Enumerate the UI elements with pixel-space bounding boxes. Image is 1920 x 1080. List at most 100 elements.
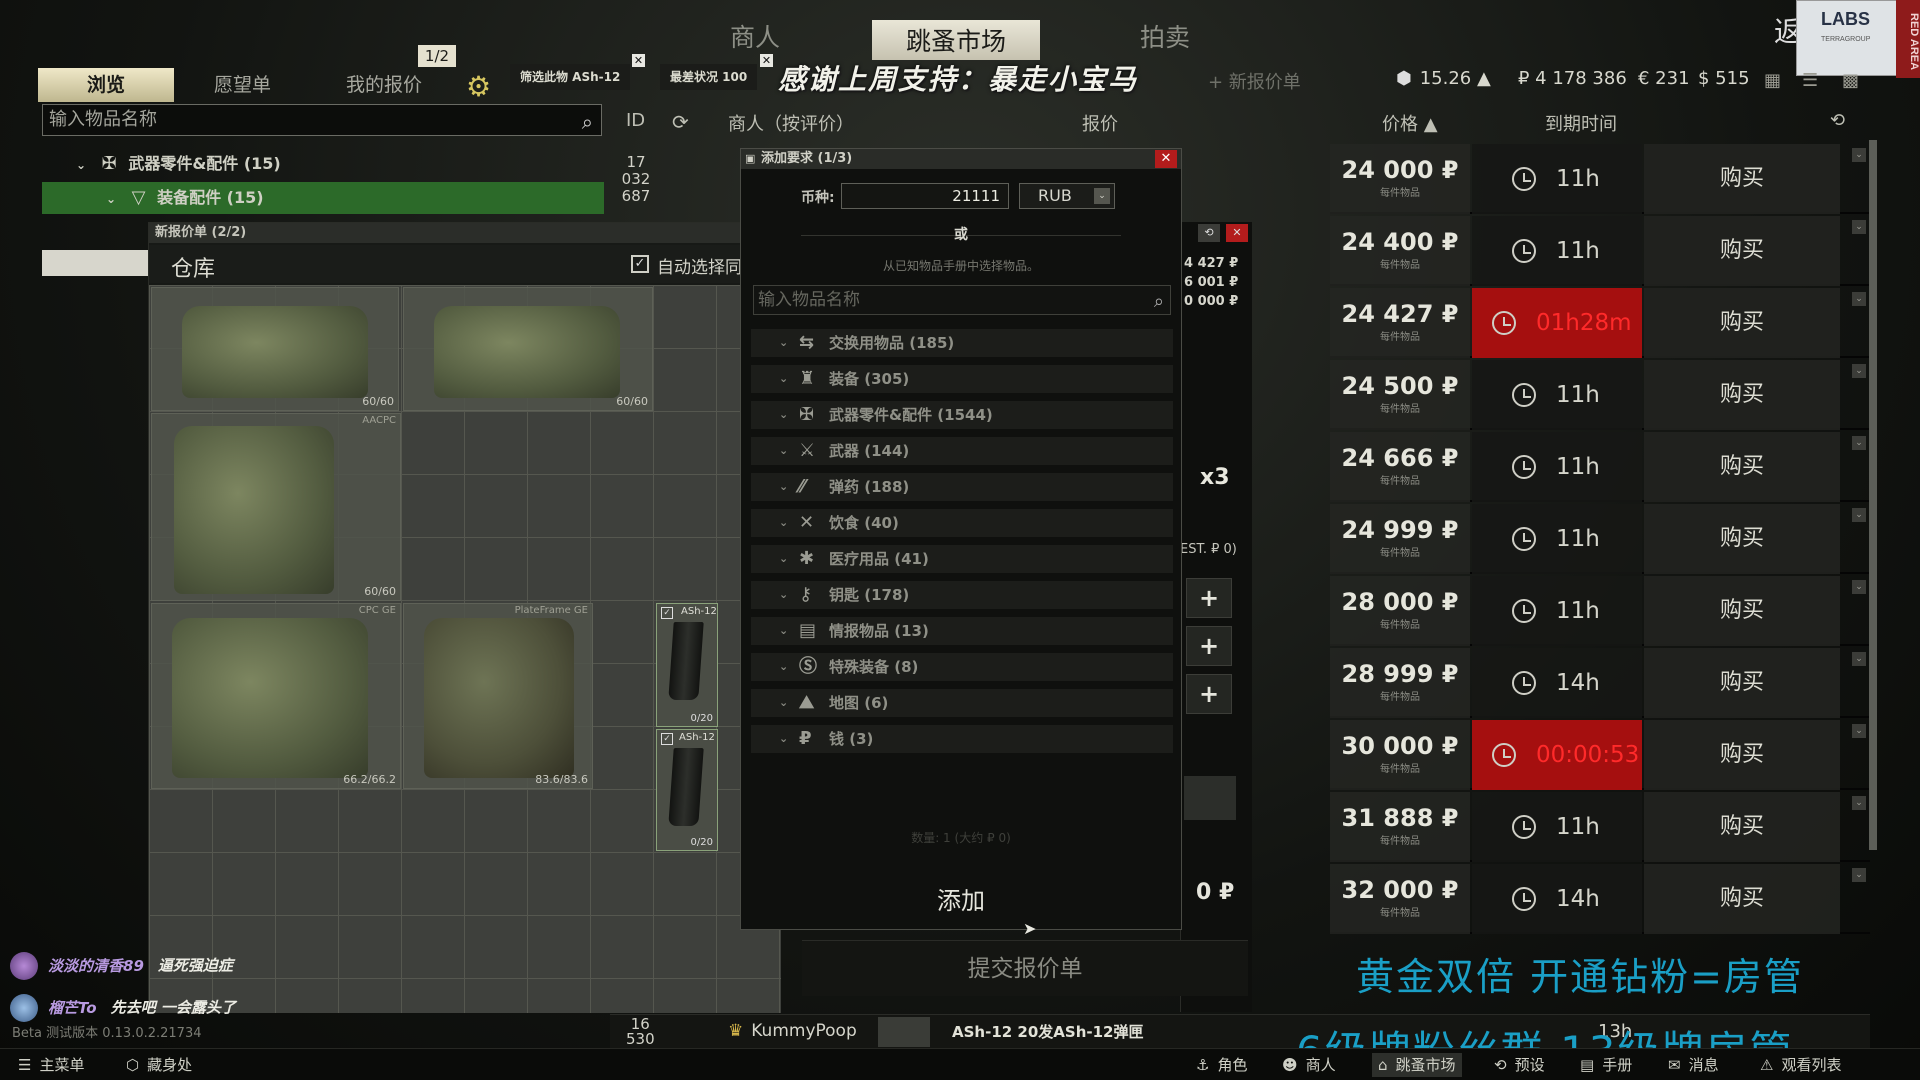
col-header-merchant[interactable]: 商人（按评价）: [728, 110, 854, 136]
gear-icon[interactable]: ⚙: [466, 70, 491, 103]
buy-button[interactable]: 购买: [1644, 432, 1840, 502]
refresh-icon[interactable]: ⟳: [672, 110, 689, 134]
table-row[interactable]: 24 999 ₽ 每件物品 11h 购买 ⌄: [1330, 504, 1870, 574]
handbook-button[interactable]: ▤ 手册: [1580, 1053, 1632, 1077]
buy-button[interactable]: 购买: [1644, 792, 1840, 862]
table-row[interactable]: 24 400 ₽ 每件物品 11h 购买 ⌄: [1330, 216, 1870, 286]
auto-select-checkbox[interactable]: ✓: [631, 255, 649, 273]
chevron-down-icon[interactable]: ⌄: [1852, 148, 1866, 162]
character-button[interactable]: ⚓ 角色: [1196, 1053, 1247, 1077]
table-row[interactable]: 32 000 ₽ 每件物品 14h 购买 ⌄: [1330, 864, 1870, 934]
chevron-down-icon[interactable]: ⌄: [1852, 292, 1866, 306]
reset-icon[interactable]: ⟲: [1198, 224, 1220, 242]
armor-vest-item[interactable]: 60/60: [151, 287, 399, 411]
table-row[interactable]: 24 666 ₽ 每件物品 11h 购买 ⌄: [1330, 432, 1870, 502]
armor-vest-item[interactable]: 60/60: [403, 287, 653, 411]
chevron-down-icon[interactable]: ⌄: [1852, 364, 1866, 378]
col-header-id[interactable]: ID: [626, 110, 645, 131]
category-item[interactable]: ⌄ ✕ 饮食 (40): [751, 509, 1173, 541]
close-icon[interactable]: ✕: [632, 54, 645, 67]
list-view-icon[interactable]: ☰: [1802, 70, 1818, 91]
category-item[interactable]: ⌄ ✠ 武器零件&配件 (1544): [751, 401, 1173, 433]
filter-chip-item[interactable]: 筛选此物 ASh-12: [510, 64, 631, 90]
add-offer-button[interactable]: + 新报价单: [1208, 68, 1301, 94]
category-item[interactable]: ⌄ ⚷ 钥匙 (178): [751, 581, 1173, 613]
buy-button[interactable]: 购买: [1644, 144, 1840, 214]
add-requirement-button[interactable]: +: [1186, 674, 1232, 714]
chevron-down-icon[interactable]: ⌄: [1852, 508, 1866, 522]
tile-view-icon[interactable]: ▩: [1842, 70, 1859, 91]
buy-button[interactable]: 购买: [1644, 288, 1840, 358]
category-item[interactable]: ⌄ ₽ 钱 (3): [751, 725, 1173, 757]
buy-button[interactable]: 购买: [1644, 720, 1840, 790]
filter-chip-condition[interactable]: 最差状况 100: [660, 64, 758, 90]
warehouse-titlebar[interactable]: 新报价单 (2/2): [149, 223, 779, 243]
dialog-titlebar[interactable]: ▣ 添加要求 (1/3): [741, 149, 1181, 169]
table-row[interactable]: 24 000 ₽ 每件物品 11h 购买 ⌄: [1330, 144, 1870, 214]
requirement-search-input[interactable]: 输入物品名称 ⌕: [753, 285, 1171, 315]
grid-view-icon[interactable]: ▦: [1764, 70, 1781, 91]
table-row[interactable]: 24 500 ₽ 每件物品 11h 购买 ⌄: [1330, 360, 1870, 430]
search-icon[interactable]: ⌕: [582, 107, 593, 137]
chevron-down-icon[interactable]: ⌄: [1852, 724, 1866, 738]
warehouse-grid[interactable]: 60/60 60/60 AACPC 60/60 CPC GE 66.2/66.2…: [149, 285, 781, 1013]
buy-button[interactable]: 购买: [1644, 360, 1840, 430]
chevron-down-icon[interactable]: ⌄: [1852, 652, 1866, 666]
messages-button[interactable]: ✉ 消息: [1668, 1053, 1719, 1077]
currency-select[interactable]: RUB ⌄: [1019, 183, 1115, 209]
checkbox-icon[interactable]: ✓: [661, 733, 673, 745]
presets-button[interactable]: ⟲ 预设: [1494, 1053, 1545, 1077]
category-item[interactable]: ⌄ ⚔ 武器 (144): [751, 437, 1173, 469]
armor-vest-item[interactable]: CPC GE 66.2/66.2: [151, 603, 401, 789]
category-item[interactable]: ⌄ ♜ 装备 (305): [751, 365, 1173, 397]
close-icon[interactable]: ✕: [1155, 150, 1177, 168]
subtab-wishlist[interactable]: 愿望单: [214, 68, 271, 102]
table-row[interactable]: 28 000 ₽ 每件物品 11h 购买 ⌄: [1330, 576, 1870, 646]
magazine-item[interactable]: ✓ ASh-12 0/20: [656, 729, 718, 851]
hideout-button[interactable]: ⬡ 藏身处: [126, 1053, 192, 1077]
chevron-down-icon[interactable]: ⌄: [1852, 220, 1866, 234]
table-row[interactable]: 30 000 ₽ 每件物品 00:00:53 购买 ⌄: [1330, 720, 1870, 790]
item-search-input[interactable]: 输入物品名称 ⌕: [42, 104, 602, 136]
category-item[interactable]: ⌄ ▤ 情报物品 (13): [751, 617, 1173, 649]
close-icon[interactable]: ✕: [1226, 224, 1248, 242]
buy-button[interactable]: 购买: [1644, 864, 1840, 934]
chevron-down-icon[interactable]: ⌄: [1852, 580, 1866, 594]
close-icon[interactable]: ✕: [760, 54, 773, 67]
submit-offer-button[interactable]: 提交报价单: [802, 940, 1248, 996]
buy-button[interactable]: 购买: [1644, 648, 1840, 718]
search-icon[interactable]: ⌕: [1154, 288, 1164, 316]
add-requirement-button[interactable]: +: [1186, 578, 1232, 618]
tab-flea-market[interactable]: 跳蚤市场: [872, 20, 1041, 60]
chevron-down-icon[interactable]: ⌄: [1852, 868, 1866, 882]
tree-item-gear-components[interactable]: ⌄ ▽ 装备配件 (15): [42, 182, 604, 214]
armor-vest-item[interactable]: AACPC 60/60: [151, 413, 401, 601]
subtab-my-offers[interactable]: 我的报价: [346, 68, 422, 102]
traders-button[interactable]: ☻ 商人: [1282, 1053, 1336, 1077]
magazine-item[interactable]: ✓ ASh-12 0/20: [656, 603, 718, 727]
requirement-slot[interactable]: [1184, 776, 1236, 820]
col-header-expires[interactable]: 到期时间: [1545, 110, 1617, 136]
category-item[interactable]: ⌄ ⁄⁄ 弹药 (188): [751, 473, 1173, 505]
tab-traders[interactable]: 商人: [730, 18, 780, 54]
armor-vest-item[interactable]: PlateFrame GE 83.6/83.6: [403, 603, 593, 789]
tab-auction[interactable]: 拍卖: [1140, 18, 1190, 54]
currency-amount-input[interactable]: 21111: [841, 183, 1009, 209]
add-button[interactable]: 添加: [741, 881, 1181, 916]
col-header-price[interactable]: 价格 ▲: [1382, 110, 1438, 136]
table-row[interactable]: 24 427 ₽ 每件物品 01h28m 购买 ⌄: [1330, 288, 1870, 358]
chevron-down-icon[interactable]: ⌄: [1852, 796, 1866, 810]
chevron-down-icon[interactable]: ⌄: [1852, 436, 1866, 450]
buy-button[interactable]: 购买: [1644, 576, 1840, 646]
buy-button[interactable]: 购买: [1644, 216, 1840, 286]
offers-scrollbar[interactable]: [1869, 140, 1877, 850]
buy-button[interactable]: 购买: [1644, 504, 1840, 574]
main-menu-button[interactable]: ☰ 主菜单: [18, 1053, 84, 1077]
category-item[interactable]: ⌄ ✱ 医疗用品 (41): [751, 545, 1173, 577]
category-item[interactable]: ⌄ Ⓢ 特殊装备 (8): [751, 653, 1173, 685]
tree-item-weapon-parts[interactable]: ⌄ ✠ 武器零件&配件 (15): [42, 148, 604, 180]
add-requirement-button[interactable]: +: [1186, 626, 1232, 666]
col-header-offer[interactable]: 报价: [1082, 110, 1118, 136]
checkbox-icon[interactable]: ✓: [661, 607, 673, 619]
watchlist-button[interactable]: ⚠ 观看列表: [1760, 1053, 1841, 1077]
